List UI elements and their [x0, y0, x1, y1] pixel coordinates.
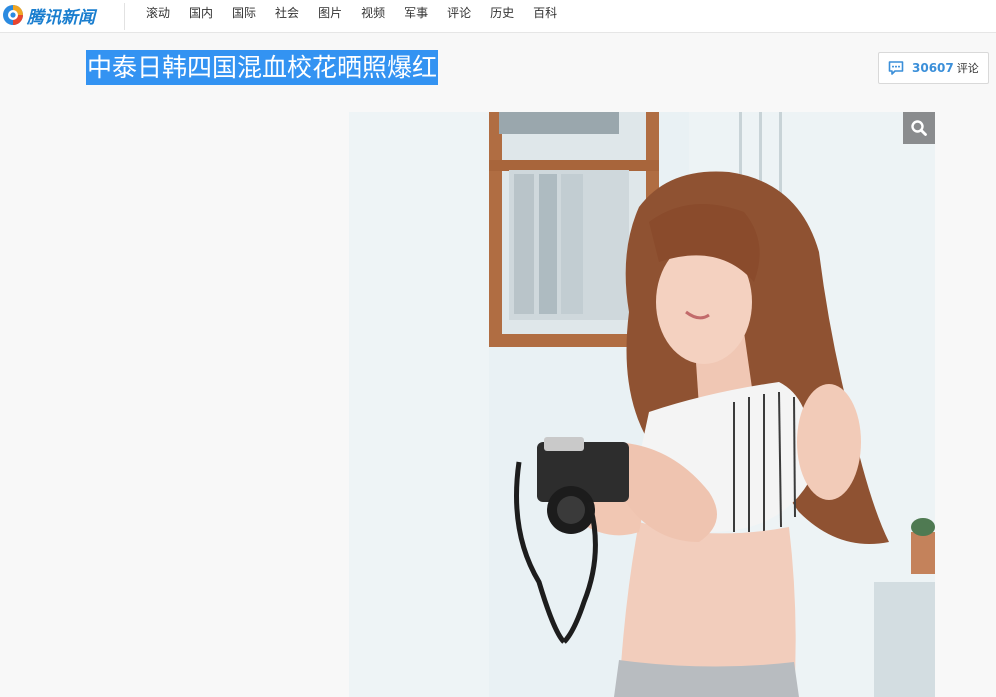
nav-item-scroll[interactable]: 滚动 — [146, 0, 170, 26]
tencent-news-logo-icon — [3, 5, 23, 25]
nav-item-encyclopedia[interactable]: 百科 — [533, 0, 557, 26]
magnifier-icon — [911, 120, 927, 136]
nav-item-commentary[interactable]: 评论 — [447, 0, 471, 26]
photo-illustration — [349, 112, 935, 697]
nav-item-video[interactable]: 视频 — [361, 0, 385, 26]
nav-item-domestic[interactable]: 国内 — [189, 0, 213, 26]
logo-text: 腾讯新闻 — [27, 7, 95, 28]
zoom-button[interactable] — [903, 112, 935, 144]
comment-count: 30607 — [912, 61, 954, 75]
nav-item-pictures[interactable]: 图片 — [318, 0, 342, 26]
nav-divider — [124, 3, 125, 30]
article-photo[interactable] — [349, 112, 935, 697]
nav-item-society[interactable]: 社会 — [275, 0, 299, 26]
nav-item-history[interactable]: 历史 — [490, 0, 514, 26]
comment-button[interactable]: 30607 评论 — [878, 52, 989, 84]
comment-label: 评论 — [956, 62, 979, 75]
page-title: 中泰日韩四国混血校花晒照爆红 — [86, 50, 439, 85]
site-logo[interactable]: 腾讯新闻 — [2, 2, 95, 28]
top-navigation-bar: 腾讯新闻 滚动 国内 国际 社会 图片 视频 军事 评论 历史 百科 — [0, 0, 996, 33]
nav-item-international[interactable]: 国际 — [232, 0, 256, 26]
main-nav: 滚动 国内 国际 社会 图片 视频 军事 评论 历史 百科 — [146, 0, 576, 26]
comment-bubble-icon — [888, 61, 904, 75]
nav-item-military[interactable]: 军事 — [404, 0, 428, 26]
